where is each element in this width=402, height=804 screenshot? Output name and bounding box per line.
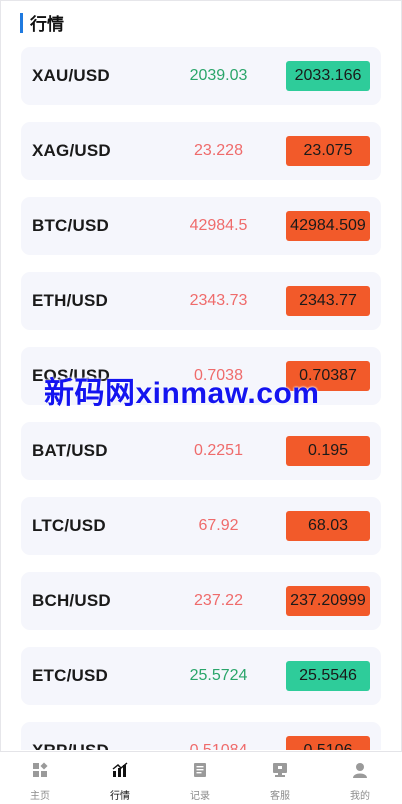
quote-row-xrp[interactable]: XRP/USD 0.51084 0.5106 xyxy=(21,722,381,750)
quote-price: 25.5724 xyxy=(189,667,248,684)
quote-row-xau[interactable]: XAU/USD 2039.03 2033.166 xyxy=(21,47,381,105)
records-icon xyxy=(194,763,206,777)
tab-label: 主页 xyxy=(30,791,50,802)
tab-label: 记录 xyxy=(190,791,210,802)
quote-row-eth[interactable]: ETH/USD 2343.73 2343.77 xyxy=(21,272,381,330)
quote-symbol: XAG/USD xyxy=(32,141,111,160)
quote-symbol: XRP/USD xyxy=(32,741,109,750)
quote-price: 2343.73 xyxy=(189,292,248,309)
quote-symbol: ETH/USD xyxy=(32,291,109,310)
user-icon xyxy=(353,763,367,778)
quote-symbol: XAU/USD xyxy=(32,66,110,85)
quote-row-xag[interactable]: XAG/USD 23.228 23.075 xyxy=(21,122,381,180)
page-title: 行情 xyxy=(30,15,64,34)
quote-row-etc[interactable]: ETC/USD 25.5724 25.5546 xyxy=(21,647,381,705)
quote-change-badge[interactable]: 23.075 xyxy=(286,136,370,166)
quote-change-badge[interactable]: 0.195 xyxy=(286,436,370,466)
quote-price: 67.92 xyxy=(198,517,239,534)
support-icon xyxy=(273,763,287,777)
quote-change-badge[interactable]: 25.5546 xyxy=(286,661,370,691)
quote-change-badge[interactable]: 237.20999 xyxy=(286,586,370,616)
quote-price: 42984.5 xyxy=(189,217,248,234)
bottom-tab-bar: 主页 行情 记录 客服 我的 xyxy=(0,751,402,804)
quote-symbol: BTC/USD xyxy=(32,216,109,235)
quote-symbol: BCH/USD xyxy=(32,591,111,610)
quote-change-badge[interactable]: 42984.509 xyxy=(286,211,370,241)
title-accent-bar xyxy=(20,13,23,33)
quote-price: 237.22 xyxy=(194,592,243,609)
quote-price: 0.51084 xyxy=(171,742,266,750)
watermark-overlay: 新码网xinmaw.com xyxy=(44,377,320,410)
quote-price: 2039.03 xyxy=(189,67,248,84)
quote-row-btc[interactable]: BTC/USD 42984.5 42984.509 xyxy=(21,197,381,255)
quote-row-bch[interactable]: BCH/USD 237.22 237.20999 xyxy=(21,572,381,630)
tab-market[interactable]: 行情 xyxy=(80,752,160,804)
quote-symbol: BAT/USD xyxy=(32,441,108,460)
tab-label: 我的 xyxy=(350,791,370,802)
tab-records[interactable]: 记录 xyxy=(160,752,240,804)
tab-home[interactable]: 主页 xyxy=(0,752,80,804)
quote-change-badge[interactable]: 2343.77 xyxy=(286,286,370,316)
tab-label: 客服 xyxy=(270,791,290,802)
quote-row-bat[interactable]: BAT/USD 0.2251 0.195 xyxy=(21,422,381,480)
quote-price: 23.228 xyxy=(194,142,243,159)
quote-symbol: ETC/USD xyxy=(32,666,109,685)
chart-icon xyxy=(112,762,128,777)
quote-row-ltc[interactable]: LTC/USD 67.92 68.03 xyxy=(21,497,381,555)
home-grid-icon xyxy=(33,762,48,777)
quote-change-badge[interactable]: 68.03 xyxy=(286,511,370,541)
quote-symbol: LTC/USD xyxy=(32,516,106,535)
quote-change-badge[interactable]: 2033.166 xyxy=(286,61,370,91)
quote-change-badge[interactable]: 0.5106 xyxy=(286,736,370,750)
page-header: 行情 xyxy=(0,0,402,42)
tab-support[interactable]: 客服 xyxy=(240,752,320,804)
quote-price: 0.2251 xyxy=(194,442,243,459)
tab-label: 行情 xyxy=(110,791,130,802)
tab-profile[interactable]: 我的 xyxy=(320,752,400,804)
